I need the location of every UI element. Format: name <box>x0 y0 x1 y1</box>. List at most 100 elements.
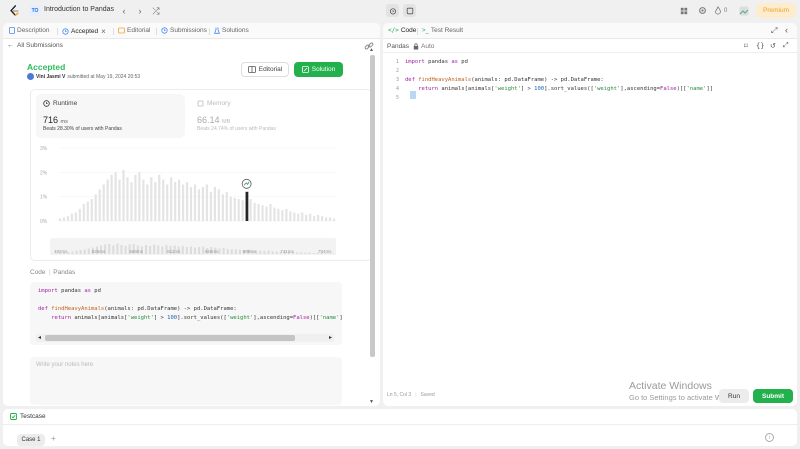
back-to-submissions-link[interactable]: ← All Submissions <box>7 42 63 49</box>
bar[interactable] <box>205 184 209 222</box>
run-button[interactable]: Run <box>719 389 749 403</box>
bar[interactable] <box>158 174 161 221</box>
bar[interactable] <box>269 203 272 221</box>
bar[interactable] <box>253 202 256 221</box>
tab-test-result[interactable]: >_ Test Result <box>422 27 463 34</box>
bar[interactable] <box>74 212 77 221</box>
bar[interactable] <box>289 211 292 221</box>
bar[interactable] <box>114 172 117 221</box>
add-case-icon[interactable]: + <box>51 434 56 443</box>
scrollbar-thumb[interactable] <box>370 55 375 357</box>
notes-input[interactable]: Write your notes here <box>30 357 342 405</box>
bar[interactable] <box>229 196 232 221</box>
bar[interactable] <box>134 174 137 221</box>
bar[interactable] <box>142 179 145 221</box>
user-name[interactable]: Vini Jasmi V <box>36 74 65 80</box>
problem-list-title[interactable]: Introduction to Pandas <box>44 6 114 13</box>
bar[interactable] <box>209 191 212 221</box>
submit-button[interactable]: Submit <box>753 389 793 403</box>
shuffle-icon[interactable]: ⤮ <box>150 5 162 17</box>
bar[interactable] <box>182 184 185 222</box>
bar[interactable] <box>130 182 133 221</box>
bar[interactable] <box>273 207 276 221</box>
scroll-up-icon[interactable]: ▲ <box>369 47 374 53</box>
close-tab-icon[interactable]: × <box>101 27 106 36</box>
bar[interactable] <box>78 208 81 221</box>
study-plan-badge[interactable]: TO <box>29 5 41 16</box>
bar[interactable] <box>178 179 181 221</box>
bar[interactable] <box>321 216 324 221</box>
bar[interactable] <box>305 214 308 221</box>
bar[interactable] <box>90 199 93 221</box>
maximize-icon[interactable]: ⤢ <box>771 26 777 36</box>
bar[interactable] <box>257 203 260 221</box>
collapse-icon[interactable]: ‹ <box>785 25 788 35</box>
editorial-button[interactable]: Editorial <box>241 62 289 77</box>
highlight-bar[interactable] <box>245 191 249 221</box>
left-panel-scrollbar[interactable]: ▲ ▼ <box>369 47 376 405</box>
bar[interactable] <box>332 218 336 221</box>
bar[interactable] <box>106 179 109 221</box>
bar[interactable] <box>138 172 141 221</box>
bar[interactable] <box>201 186 205 221</box>
bar[interactable] <box>225 191 228 221</box>
bar[interactable] <box>150 177 153 221</box>
memory-panel[interactable]: Memory 66.14 MB Beats 24.74% of users wi… <box>191 94 339 138</box>
bookmark-icon[interactable]: ⌑ <box>744 42 748 50</box>
bar[interactable] <box>162 179 165 221</box>
bar[interactable] <box>281 210 284 221</box>
scroll-right-icon[interactable]: ▸ <box>329 334 332 341</box>
bar[interactable] <box>217 189 220 221</box>
bar[interactable] <box>170 177 173 221</box>
bar[interactable] <box>82 203 85 221</box>
fullscreen-icon[interactable]: ⤢ <box>783 42 789 50</box>
next-problem-icon[interactable]: › <box>134 5 146 17</box>
scroll-left-icon[interactable]: ◂ <box>38 334 41 341</box>
runtime-panel[interactable]: Runtime 716 ms Beats 28.30% of users wit… <box>36 94 185 138</box>
bar[interactable] <box>185 182 189 221</box>
reset-icon[interactable]: ↺ <box>770 42 776 50</box>
format-code-icon[interactable]: {} <box>756 42 764 50</box>
tab-code[interactable]: </> Code <box>388 27 416 34</box>
solution-button[interactable]: Solution <box>294 62 343 77</box>
bar[interactable] <box>146 184 149 222</box>
layout-grid-icon[interactable] <box>678 5 689 16</box>
bar[interactable] <box>86 201 89 221</box>
case-1-tab[interactable]: Case 1 <box>17 434 45 446</box>
tab-solutions[interactable]: Solutions <box>214 27 249 34</box>
bar[interactable] <box>193 184 197 222</box>
runtime-distribution-chart[interactable]: 3% 2% 1% 0% 482ms 525ms 568ms 611ms 655ms 698ms 74… <box>36 142 340 258</box>
bar[interactable] <box>70 213 73 221</box>
bar[interactable] <box>324 217 328 221</box>
bar[interactable] <box>98 189 101 221</box>
bar[interactable] <box>102 184 105 222</box>
bar[interactable] <box>189 186 193 221</box>
bar[interactable] <box>261 205 264 221</box>
scrollbar-thumb[interactable] <box>45 335 295 341</box>
bar[interactable] <box>126 177 129 221</box>
bar[interactable] <box>166 184 169 222</box>
bar[interactable] <box>328 217 332 221</box>
tab-accepted[interactable]: Accepted × <box>62 27 106 36</box>
bar[interactable] <box>285 208 288 221</box>
leetcode-logo-icon[interactable] <box>9 5 20 17</box>
bar[interactable] <box>233 197 236 221</box>
code-editor[interactable]: 1 2 3 4 5 import pandas as pd def findHe… <box>383 56 797 386</box>
code-horizontal-scrollbar[interactable]: ◂ ▸ <box>36 334 334 342</box>
bar[interactable] <box>118 179 121 221</box>
bar[interactable] <box>174 182 177 221</box>
language-selector[interactable]: Pandas <box>387 43 409 50</box>
avatar-icon[interactable] <box>738 5 749 16</box>
bar[interactable] <box>62 217 66 221</box>
bar[interactable] <box>313 216 316 221</box>
bar[interactable] <box>122 169 125 221</box>
bar[interactable] <box>110 174 113 221</box>
settings-gear-icon[interactable] <box>697 5 708 16</box>
bar[interactable] <box>265 206 268 221</box>
bar[interactable] <box>241 200 244 221</box>
bar[interactable] <box>221 194 224 221</box>
tab-editorial[interactable]: Editorial <box>118 27 150 34</box>
bar[interactable] <box>213 186 216 221</box>
tab-description[interactable]: Description <box>9 27 50 34</box>
auto-mode[interactable]: Auto <box>413 43 434 50</box>
